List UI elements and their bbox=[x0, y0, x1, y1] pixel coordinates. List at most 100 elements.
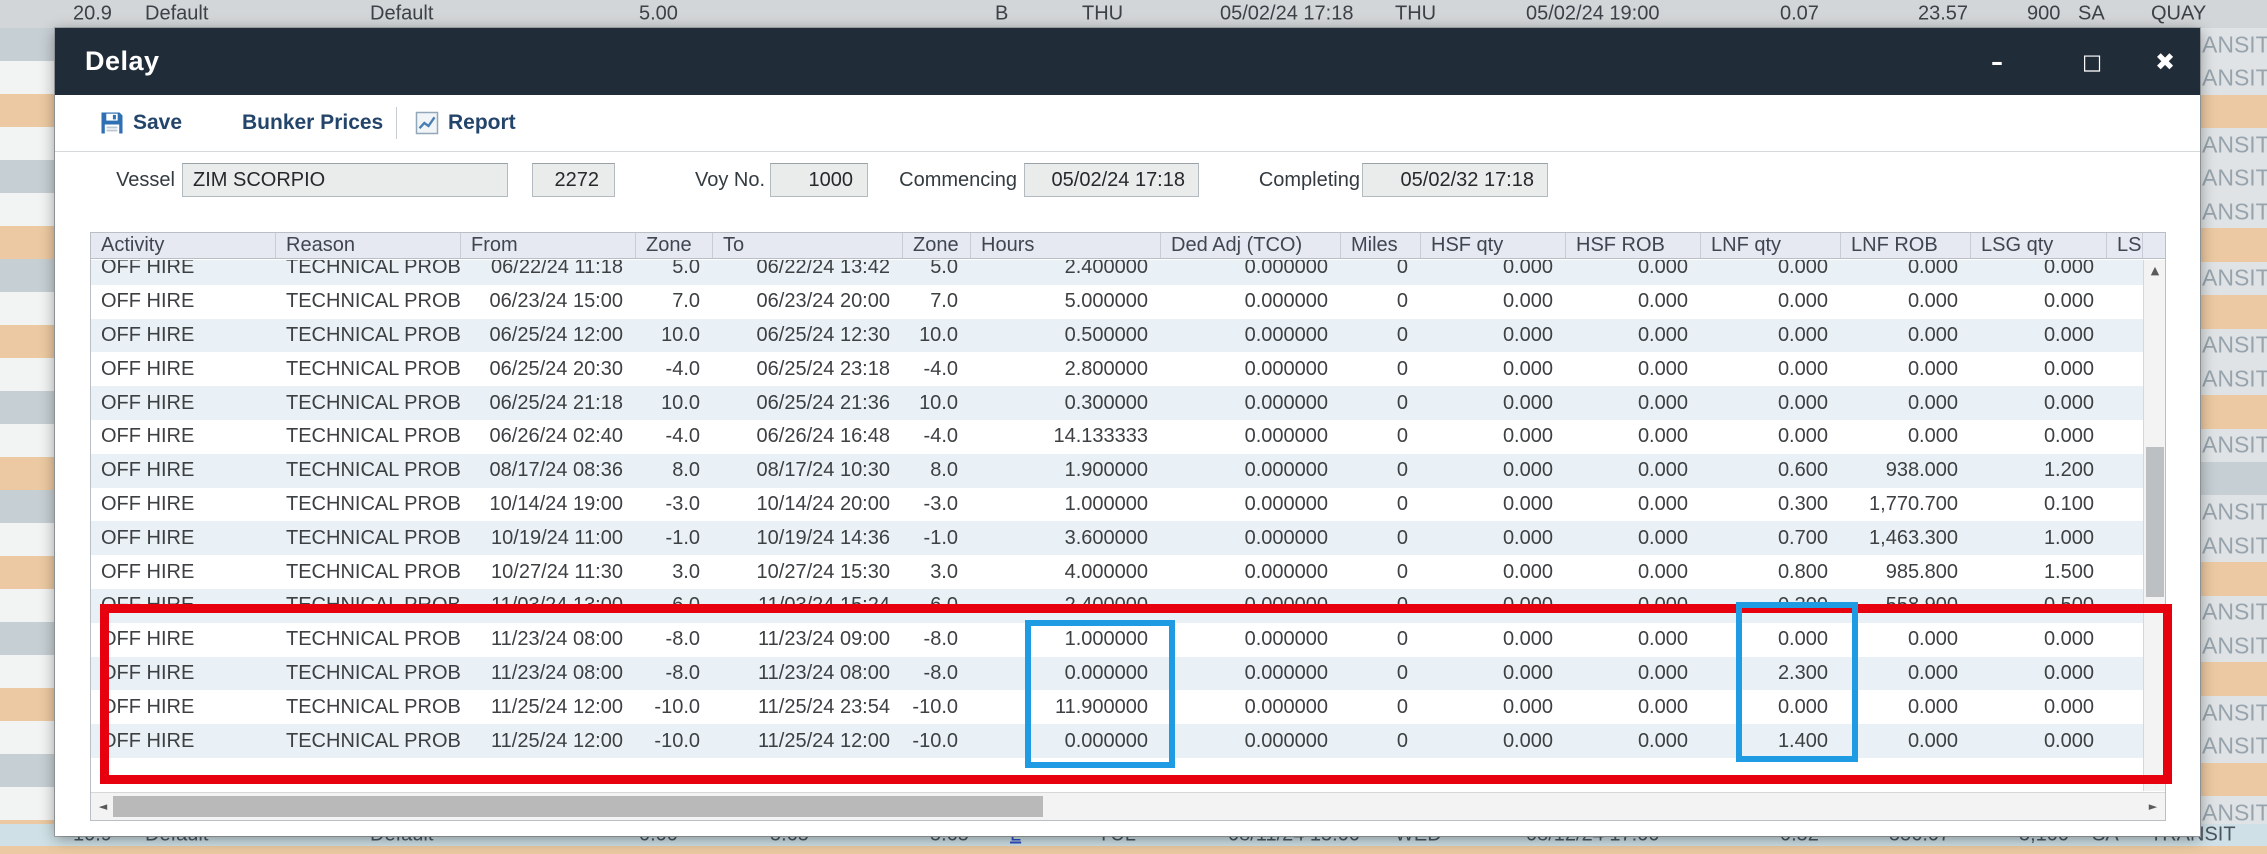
table-row[interactable]: OFF HIRETECHNICAL PROBLEM10/27/24 11:303… bbox=[91, 555, 2143, 589]
table-cell: 0.000000 bbox=[1161, 623, 1341, 657]
vertical-scrollbar[interactable]: ▲ ▼ bbox=[2143, 260, 2165, 791]
table-cell: 0.000 bbox=[1841, 657, 1971, 691]
table-cell: 11/25/24 12:00 bbox=[461, 690, 636, 724]
bunker-prices-button[interactable]: Bunker Prices bbox=[242, 95, 383, 151]
table-row[interactable]: OFF HIRETECHNICAL PROBLEM11/25/24 12:00-… bbox=[91, 724, 2143, 758]
background-cell: THU bbox=[1082, 3, 1123, 26]
close-button[interactable]: ✖ bbox=[2143, 40, 2187, 84]
minimize-button[interactable]: – bbox=[1975, 40, 2019, 84]
table-cell: 0.000 bbox=[1566, 589, 1701, 623]
table-row[interactable]: OFF HIRETECHNICAL PROBLEM11/23/24 08:00-… bbox=[91, 623, 2143, 657]
table-row[interactable]: OFF HIRETECHNICAL PROBLEM06/22/24 11:185… bbox=[91, 260, 2143, 285]
background-transit-label: ANSIT bbox=[2202, 165, 2267, 192]
table-cell bbox=[2107, 623, 2143, 657]
save-button[interactable]: Save bbox=[100, 95, 182, 151]
table-cell bbox=[2107, 589, 2143, 623]
table-cell: 558.900 bbox=[1841, 589, 1971, 623]
table-row[interactable]: OFF HIRETECHNICAL PROBLEM06/25/24 21:181… bbox=[91, 386, 2143, 420]
table-cell: 0.000 bbox=[1841, 319, 1971, 353]
table-cell: 0.000 bbox=[1566, 352, 1701, 386]
column-header-hsf-rob[interactable]: HSF ROB bbox=[1566, 233, 1701, 259]
column-header-ded-adj-tco-[interactable]: Ded Adj (TCO) bbox=[1161, 233, 1341, 259]
table-cell: OFF HIRE bbox=[91, 488, 276, 522]
table-cell: 0.000000 bbox=[1161, 724, 1341, 758]
table-row[interactable]: OFF HIRETECHNICAL PROBLEM06/26/24 02:40-… bbox=[91, 420, 2143, 454]
table-cell: 0.000 bbox=[1421, 589, 1566, 623]
table-row[interactable]: OFF HIRETECHNICAL PROBLEM11/25/24 12:00-… bbox=[91, 690, 2143, 724]
table-cell: TECHNICAL PROBLEM bbox=[276, 724, 461, 758]
scroll-right-icon[interactable]: ► bbox=[2141, 793, 2165, 820]
vessel-code-input[interactable]: 2272 bbox=[532, 163, 615, 197]
table-cell: 0.000000 bbox=[1161, 352, 1341, 386]
background-strip-row bbox=[0, 490, 55, 523]
voy-no-input[interactable]: 1000 bbox=[770, 163, 868, 197]
vessel-input[interactable]: ZIM SCORPIO bbox=[182, 163, 508, 197]
scroll-up-icon[interactable]: ▲ bbox=[2144, 260, 2166, 282]
table-cell: OFF HIRE bbox=[91, 555, 276, 589]
column-header-zone[interactable]: Zone bbox=[636, 233, 713, 259]
voy-no-label: Voy No. bbox=[695, 158, 763, 202]
column-header-miles[interactable]: Miles bbox=[1341, 233, 1421, 259]
table-row[interactable]: OFF HIRETECHNICAL PROBLEM06/25/24 12:001… bbox=[91, 319, 2143, 353]
background-cell: QUAY bbox=[2151, 3, 2206, 26]
column-header-lnf-qty[interactable]: LNF qty bbox=[1701, 233, 1841, 259]
table-cell: 1.000000 bbox=[971, 488, 1161, 522]
table-row[interactable]: OFF HIRETECHNICAL PROBLEM11/23/24 08:00-… bbox=[91, 657, 2143, 691]
table-row[interactable]: OFF HIRETECHNICAL PROBLEM08/17/24 08:368… bbox=[91, 454, 2143, 488]
vertical-scroll-thumb[interactable] bbox=[2146, 447, 2164, 597]
table-cell: 10/19/24 14:36 bbox=[713, 521, 903, 555]
background-strip-row: ANSIT bbox=[2200, 61, 2267, 94]
table-cell: 06/22/24 11:18 bbox=[461, 260, 636, 285]
maximize-button[interactable]: □ bbox=[2070, 40, 2114, 84]
column-header-reason[interactable]: Reason bbox=[276, 233, 461, 259]
save-label: Save bbox=[133, 111, 182, 135]
horizontal-scroll-thumb[interactable] bbox=[113, 796, 1043, 817]
background-strip-row bbox=[0, 358, 55, 391]
table-row[interactable]: OFF HIRETECHNICAL PROBLEM10/14/24 19:00-… bbox=[91, 488, 2143, 522]
table-cell: 0.000 bbox=[1701, 260, 1841, 285]
table-cell: 10.0 bbox=[903, 386, 971, 420]
background-cell: 0.07 bbox=[1780, 3, 1819, 26]
column-header-hsf-qty[interactable]: HSF qty bbox=[1421, 233, 1566, 259]
table-cell: 6.0 bbox=[903, 589, 971, 623]
table-cell: 5.000000 bbox=[971, 285, 1161, 319]
background-transit-label: ANSIT bbox=[2202, 799, 2267, 826]
column-header-lsg-r[interactable]: LSG R bbox=[2107, 233, 2143, 259]
table-cell: 1.900000 bbox=[971, 454, 1161, 488]
column-header-lsg-qty[interactable]: LSG qty bbox=[1971, 233, 2107, 259]
table-cell: 0 bbox=[1341, 386, 1421, 420]
commencing-input[interactable]: 05/02/24 17:18 bbox=[1024, 163, 1199, 197]
table-row[interactable]: OFF HIRETECHNICAL PROBLEM06/23/24 15:007… bbox=[91, 285, 2143, 319]
background-strip-row bbox=[0, 787, 55, 820]
save-floppy-icon bbox=[100, 111, 124, 135]
table-row[interactable]: OFF HIRETECHNICAL PROBLEM10/19/24 11:00-… bbox=[91, 521, 2143, 555]
column-header-activity[interactable]: Activity bbox=[91, 233, 276, 259]
column-header-from[interactable]: From bbox=[461, 233, 636, 259]
table-row[interactable]: OFF HIRETECHNICAL PROBLEM11/03/24 13:006… bbox=[91, 589, 2143, 623]
column-header-to[interactable]: To bbox=[713, 233, 903, 259]
table-cell: 11/25/24 12:00 bbox=[461, 724, 636, 758]
column-header-lnf-rob[interactable]: LNF ROB bbox=[1841, 233, 1971, 259]
scroll-left-icon[interactable]: ◄ bbox=[91, 793, 115, 820]
scroll-down-icon[interactable]: ▼ bbox=[2144, 769, 2166, 791]
horizontal-scrollbar[interactable]: ◄ ► bbox=[91, 792, 2165, 820]
background-strip-row: ANSIT bbox=[2200, 262, 2267, 295]
background-strip-row bbox=[0, 754, 55, 787]
column-header-zone[interactable]: Zone bbox=[903, 233, 971, 259]
table-cell: 7.0 bbox=[636, 285, 713, 319]
dialog-titlebar[interactable]: Delay – □ ✖ bbox=[55, 28, 2200, 95]
table-cell: TECHNICAL PROBLEM bbox=[276, 352, 461, 386]
background-cell: 900 bbox=[2027, 3, 2060, 26]
column-header-hours[interactable]: Hours bbox=[971, 233, 1161, 259]
table-row[interactable]: OFF HIRETECHNICAL PROBLEM06/25/24 20:30-… bbox=[91, 352, 2143, 386]
table-cell: 0.000 bbox=[1701, 319, 1841, 353]
completing-input[interactable]: 05/02/32 17:18 bbox=[1362, 163, 1548, 197]
table-cell: TECHNICAL PROBLEM bbox=[276, 386, 461, 420]
table-cell: 0.000 bbox=[1421, 285, 1566, 319]
table-cell: 0.000 bbox=[1566, 420, 1701, 454]
report-button[interactable]: Report bbox=[415, 95, 516, 151]
table-cell: 0.000 bbox=[1421, 420, 1566, 454]
table-cell: -8.0 bbox=[903, 657, 971, 691]
table-cell: 1.200 bbox=[1971, 454, 2107, 488]
table-cell: 0.600 bbox=[1701, 454, 1841, 488]
